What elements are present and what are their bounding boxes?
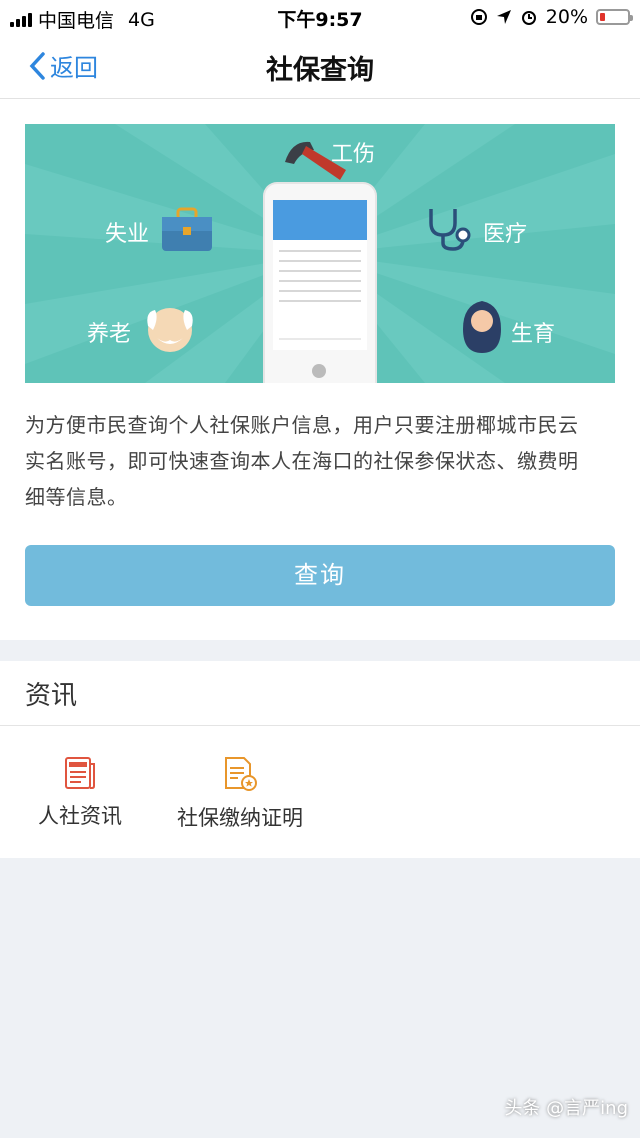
page-title: 社保查询: [266, 55, 374, 86]
label-unemployment: 失业: [105, 222, 150, 247]
alarm-icon: [521, 11, 536, 25]
phone-illustration: [265, 184, 375, 383]
description-line: 细等信息。: [25, 485, 128, 509]
label-injury: 工伤: [331, 142, 376, 167]
news-title: 资讯: [25, 681, 78, 711]
news-item-label: 人社资讯: [38, 804, 122, 828]
banner-illustration: 工伤 失业 医疗 养老 生育: [25, 124, 615, 383]
news-section: 资讯 人社资讯 社保缴纳证明: [0, 661, 640, 858]
query-button[interactable]: 查询: [25, 545, 615, 606]
stethoscope-icon: [429, 209, 471, 251]
main-card: 工伤 失业 医疗 养老 生育 为方便市民查询个人社保账户信息，用户只要注册椰城市…: [0, 99, 640, 640]
description-text: 为方便市民查询个人社保账户信息，用户只要注册椰城市民云 实名账号，即可快速查询本…: [25, 407, 617, 515]
news-icon: [65, 757, 95, 789]
certificate-icon: [225, 757, 257, 791]
news-item-label: 社保缴纳证明: [177, 806, 303, 830]
news-item-hrss-news[interactable]: 人社资讯: [36, 756, 124, 830]
battery-icon: [596, 9, 633, 25]
baby-icon: [463, 301, 501, 353]
elderly-face-icon: [147, 308, 193, 352]
battery-percent: 20%: [545, 6, 588, 28]
briefcase-icon: [162, 207, 212, 251]
label-medical: 医疗: [483, 222, 528, 247]
status-bar: 中国电信 4G 下午9:57 20%: [0, 0, 640, 34]
watermark: 头条 @言严ing: [504, 1098, 628, 1119]
label-maternity: 生育: [511, 322, 556, 347]
news-header: 资讯: [0, 661, 640, 726]
nav-bar: 返回 社保查询: [0, 34, 640, 99]
location-icon: [496, 10, 511, 24]
news-item-payment-certificate[interactable]: 社保缴纳证明: [175, 756, 305, 832]
label-pension: 养老: [87, 322, 132, 347]
description-line: 实名账号，即可快速查询本人在海口的社保参保状态、缴费明: [25, 449, 579, 473]
rotation-lock-icon: [470, 9, 487, 25]
description-line: 为方便市民查询个人社保账户信息，用户只要注册椰城市民云: [25, 413, 579, 437]
